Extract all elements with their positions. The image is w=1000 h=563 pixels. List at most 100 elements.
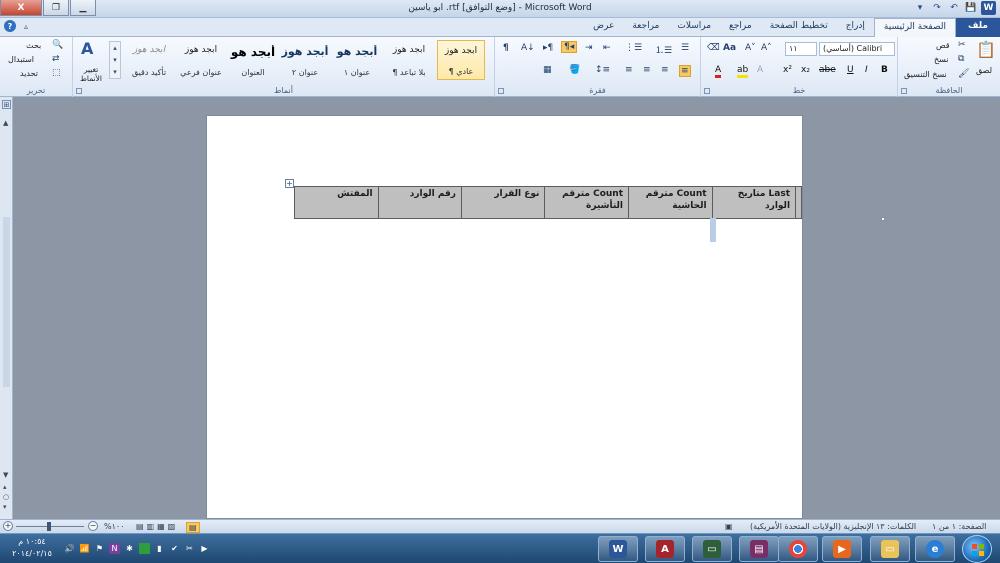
superscript-button[interactable]: x² bbox=[783, 65, 792, 75]
onenote-icon[interactable]: N bbox=[109, 543, 120, 554]
volume-icon[interactable]: 🔊 bbox=[64, 543, 75, 554]
redo-icon[interactable]: ↷ bbox=[930, 1, 944, 15]
style-no-spacing[interactable]: أبجد هوز ¶ بلا تباعد bbox=[385, 40, 433, 80]
scroll-down-icon[interactable]: ▼ bbox=[3, 471, 8, 479]
sort-icon[interactable]: A↓ bbox=[521, 43, 535, 53]
replace-button[interactable]: استبدال bbox=[8, 55, 34, 64]
font-color-button[interactable]: A bbox=[715, 65, 722, 78]
borders-icon[interactable]: ▦ bbox=[543, 65, 552, 75]
taskbar-explorer[interactable]: ▭ bbox=[870, 536, 910, 562]
table-header-last-date[interactable]: متاريخ Last الوارد bbox=[711, 186, 797, 219]
line-spacing-icon[interactable]: ↕≡ bbox=[595, 65, 610, 75]
green-app-icon[interactable] bbox=[139, 543, 150, 554]
align-left-icon[interactable]: ≡ bbox=[643, 65, 651, 75]
font-size-field[interactable]: ١١ bbox=[785, 42, 817, 56]
decrease-indent-icon[interactable]: ⇤ bbox=[603, 43, 611, 53]
tab-references[interactable]: مراجع bbox=[720, 18, 761, 37]
tab-mailings[interactable]: مراسلات bbox=[668, 18, 720, 37]
save-icon[interactable]: 💾 bbox=[964, 1, 978, 15]
highlight-button[interactable]: ab bbox=[737, 65, 749, 78]
network-icon[interactable]: 📶 bbox=[79, 543, 90, 554]
taskbar-access[interactable]: A bbox=[645, 536, 685, 562]
style-subtle-emphasis[interactable]: أبجد هوز تأكيد دقيق bbox=[125, 40, 173, 80]
tab-review[interactable]: مراجعة bbox=[623, 18, 668, 37]
change-case-button[interactable]: Aa bbox=[723, 43, 736, 53]
page-number-status[interactable]: الصفحة: ١ من ١ bbox=[932, 522, 986, 531]
table-move-handle-icon[interactable]: + bbox=[285, 179, 294, 188]
scroll-up-icon[interactable]: ▲ bbox=[3, 119, 8, 127]
change-styles-icon[interactable]: A bbox=[81, 39, 93, 58]
browse-object-icon[interactable]: ○ bbox=[3, 493, 9, 501]
language-status[interactable]: الإنجليزية (الولايات المتحدة الأمريكية) bbox=[750, 522, 874, 531]
clear-format-icon[interactable]: ⌫ bbox=[707, 43, 720, 53]
ltr-direction-icon[interactable]: ▸¶ bbox=[543, 43, 553, 53]
table-header-inspector[interactable]: المفتش bbox=[294, 186, 379, 219]
security-icon[interactable]: ✔ bbox=[169, 543, 180, 554]
strikethrough-button[interactable]: abe bbox=[819, 65, 836, 75]
help-icon[interactable]: ? bbox=[4, 20, 16, 32]
taskbar-chrome[interactable] bbox=[778, 536, 818, 562]
underline-button[interactable]: U bbox=[847, 65, 854, 75]
increase-indent-icon[interactable]: ⇥ bbox=[585, 43, 593, 53]
table-header-incoming-number[interactable]: رقم الوارد bbox=[377, 186, 462, 219]
rtl-direction-icon[interactable]: ¶◂ bbox=[561, 41, 578, 53]
zoom-in-button[interactable]: + bbox=[3, 521, 13, 531]
table-resize-handle-icon[interactable] bbox=[881, 217, 885, 221]
flag-icon[interactable]: ⚑ bbox=[94, 543, 105, 554]
cut-button[interactable]: قص bbox=[936, 41, 950, 50]
document-page[interactable]: + المفتش رقم الوارد نوع القرار مترقم Cou… bbox=[206, 115, 803, 519]
change-styles-button[interactable]: تغيير الأنماط bbox=[77, 65, 105, 83]
taskbar-terminal[interactable]: ▭ bbox=[692, 536, 732, 562]
style-heading-1[interactable]: أبجد هو عنوان ١ bbox=[333, 40, 381, 80]
zoom-slider-thumb[interactable] bbox=[47, 522, 51, 531]
italic-button[interactable]: I bbox=[865, 65, 868, 75]
style-normal[interactable]: أبجد هوز ¶ عادي bbox=[437, 40, 485, 80]
bold-button[interactable]: B bbox=[881, 65, 888, 75]
taskbar-winrar[interactable]: ▤ bbox=[739, 536, 779, 562]
word-app-icon[interactable]: W bbox=[981, 1, 996, 15]
tab-file[interactable]: ملف bbox=[956, 18, 1000, 37]
macro-icon[interactable]: ▣ bbox=[725, 522, 733, 531]
tab-home[interactable]: الصفحة الرئيسية bbox=[873, 18, 957, 37]
signal-icon[interactable]: ▮ bbox=[154, 543, 165, 554]
table-header-decision-type[interactable]: نوع القرار bbox=[460, 186, 546, 219]
paste-button[interactable]: لصق bbox=[976, 66, 992, 75]
align-center-icon[interactable]: ≡ bbox=[661, 65, 669, 75]
text-effects-icon[interactable]: A bbox=[757, 65, 763, 75]
table-header-footnote-count[interactable]: مترقم Count الحاشية bbox=[628, 186, 713, 219]
style-subtitle[interactable]: أبجد هوز عنوان فرعي bbox=[177, 40, 225, 80]
word-count-status[interactable]: الكلمات: ١٣ bbox=[876, 522, 916, 531]
style-heading-2[interactable]: أبجد هوز عنوان ٢ bbox=[281, 40, 329, 80]
prev-page-icon[interactable]: ▴ bbox=[3, 483, 7, 491]
bullets-icon[interactable]: ☰ bbox=[681, 43, 689, 53]
format-painter-button[interactable]: نسخ التنسيق bbox=[904, 70, 947, 79]
find-button[interactable]: بحث bbox=[26, 41, 41, 50]
customize-qat-icon[interactable]: ▾ bbox=[913, 1, 927, 15]
print-layout-icon[interactable]: ▤ bbox=[186, 522, 200, 533]
taskbar-media-player[interactable]: ▶ bbox=[822, 536, 862, 562]
view-ruler-icon[interactable]: ⊞ bbox=[2, 100, 11, 109]
copy-button[interactable]: نسخ bbox=[934, 55, 949, 64]
paste-icon[interactable]: 📋 bbox=[976, 40, 996, 59]
styles-scroll[interactable]: ▴ ▾ ▾ bbox=[109, 41, 121, 79]
view-buttons-icon[interactable]: ▤▥▦▧ bbox=[136, 522, 178, 531]
grow-font-button[interactable]: A˄ bbox=[761, 43, 772, 53]
numbering-icon[interactable]: ⒈☰ bbox=[655, 43, 672, 56]
multilevel-list-icon[interactable]: ⋮☰ bbox=[625, 43, 642, 53]
subscript-button[interactable]: x₂ bbox=[801, 65, 810, 75]
style-title[interactable]: أبجد هو العنوان bbox=[229, 40, 277, 80]
tab-view[interactable]: عرض bbox=[584, 18, 623, 37]
minimize-ribbon-icon[interactable]: ▵ bbox=[24, 22, 28, 31]
table-cell-edge[interactable] bbox=[795, 186, 802, 219]
bluetooth-icon[interactable]: ✱ bbox=[124, 543, 135, 554]
select-button[interactable]: تحديد bbox=[20, 69, 38, 78]
tab-insert[interactable]: إدراج bbox=[837, 18, 874, 37]
taskbar-word[interactable]: W bbox=[598, 536, 638, 562]
shrink-font-button[interactable]: A˅ bbox=[745, 43, 756, 53]
shading-icon[interactable]: 🪣 bbox=[569, 65, 580, 75]
zoom-out-button[interactable]: − bbox=[88, 521, 98, 531]
tab-page-layout[interactable]: تخطيط الصفحة bbox=[761, 18, 837, 37]
media-icon[interactable]: ▶ bbox=[199, 543, 210, 554]
tools-icon[interactable]: ✂ bbox=[184, 543, 195, 554]
start-button[interactable] bbox=[962, 535, 992, 563]
